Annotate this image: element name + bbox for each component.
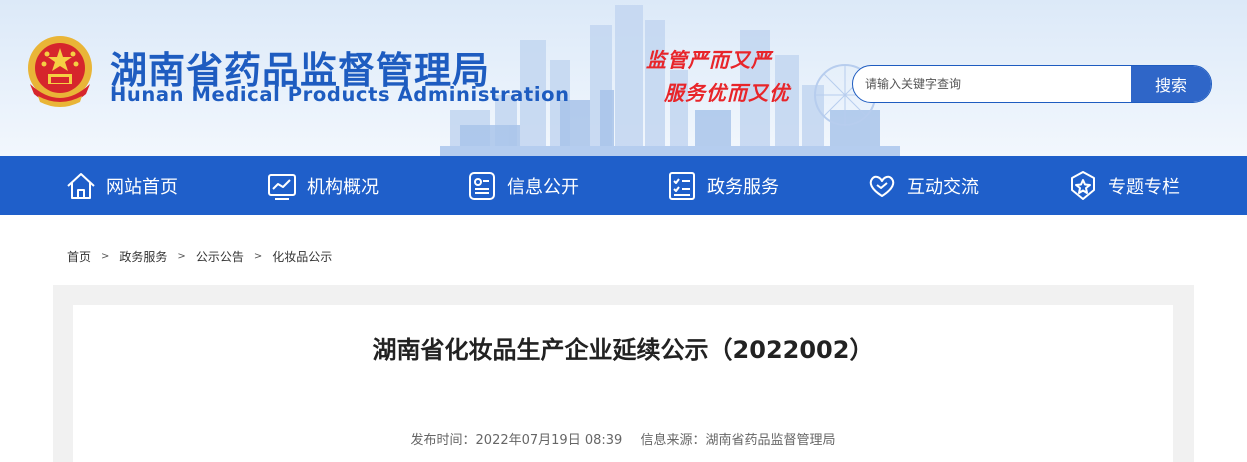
breadcrumb-home[interactable]: 首页	[67, 248, 91, 265]
nav-label: 专题专栏	[1108, 176, 1180, 198]
article-meta: 发布时间：2022年07月19日 08:39 信息来源：湖南省药品监督管理局	[73, 429, 1173, 448]
nav-item-home[interactable]: 网站首页	[64, 156, 178, 215]
search-button[interactable]: 搜索	[1131, 66, 1211, 102]
national-emblem-icon	[28, 36, 92, 107]
search-box: 搜索	[852, 65, 1212, 103]
site-title-en: Hunan Medical Products Administration	[110, 83, 570, 106]
nav-label: 机构概况	[307, 176, 379, 198]
nav-label: 网站首页	[106, 176, 178, 198]
nav-label: 互动交流	[907, 176, 979, 198]
article-card: 湖南省化妆品生产企业延续公示（2022002） 发布时间：2022年07月19日…	[73, 305, 1173, 462]
heart-hands-icon	[869, 175, 895, 197]
breadcrumb-cosmetics[interactable]: 化妆品公示	[272, 248, 332, 265]
slogan-line-2: 服务优而又优	[664, 81, 790, 105]
nav-item-interaction[interactable]: 互动交流	[865, 156, 979, 215]
breadcrumb: 首页 > 政务服务 > 公示公告 > 化妆品公示	[67, 248, 332, 265]
slogan-line-1: 监管严而又严	[646, 48, 772, 72]
star-badge-icon	[1071, 170, 1095, 200]
article-title: 湖南省化妆品生产企业延续公示（2022002）	[372, 336, 874, 364]
breadcrumb-separator: >	[177, 251, 186, 262]
site-header: 湖南省药品监督管理局 Hunan Medical Products Admini…	[0, 0, 1247, 156]
info-source: 信息来源：湖南省药品监督管理局	[640, 433, 836, 448]
breadcrumb-announcements[interactable]: 公示公告	[196, 248, 244, 265]
nav-label: 信息公开	[507, 176, 579, 198]
nav-item-special-topics[interactable]: 专题专栏	[1066, 156, 1180, 215]
nav-item-organization[interactable]: 机构概况	[265, 156, 379, 215]
nav-label: 政务服务	[707, 176, 779, 198]
nav-item-gov-services[interactable]: 政务服务	[665, 156, 779, 215]
search-input[interactable]	[853, 66, 1131, 102]
home-icon	[67, 172, 95, 199]
profile-card-icon	[469, 171, 495, 200]
breadcrumb-separator: >	[101, 251, 110, 262]
breadcrumb-gov-services[interactable]: 政务服务	[119, 248, 167, 265]
chart-icon	[268, 173, 296, 200]
nav-item-info-disclosure[interactable]: 信息公开	[465, 156, 579, 215]
breadcrumb-separator: >	[253, 251, 263, 262]
publish-time: 发布时间：2022年07月19日 08:39	[410, 433, 623, 448]
checklist-icon	[669, 171, 695, 200]
main-nav: 网站首页 机构概况 信息公开 政务服务 互动交流 专题专栏	[0, 156, 1247, 215]
